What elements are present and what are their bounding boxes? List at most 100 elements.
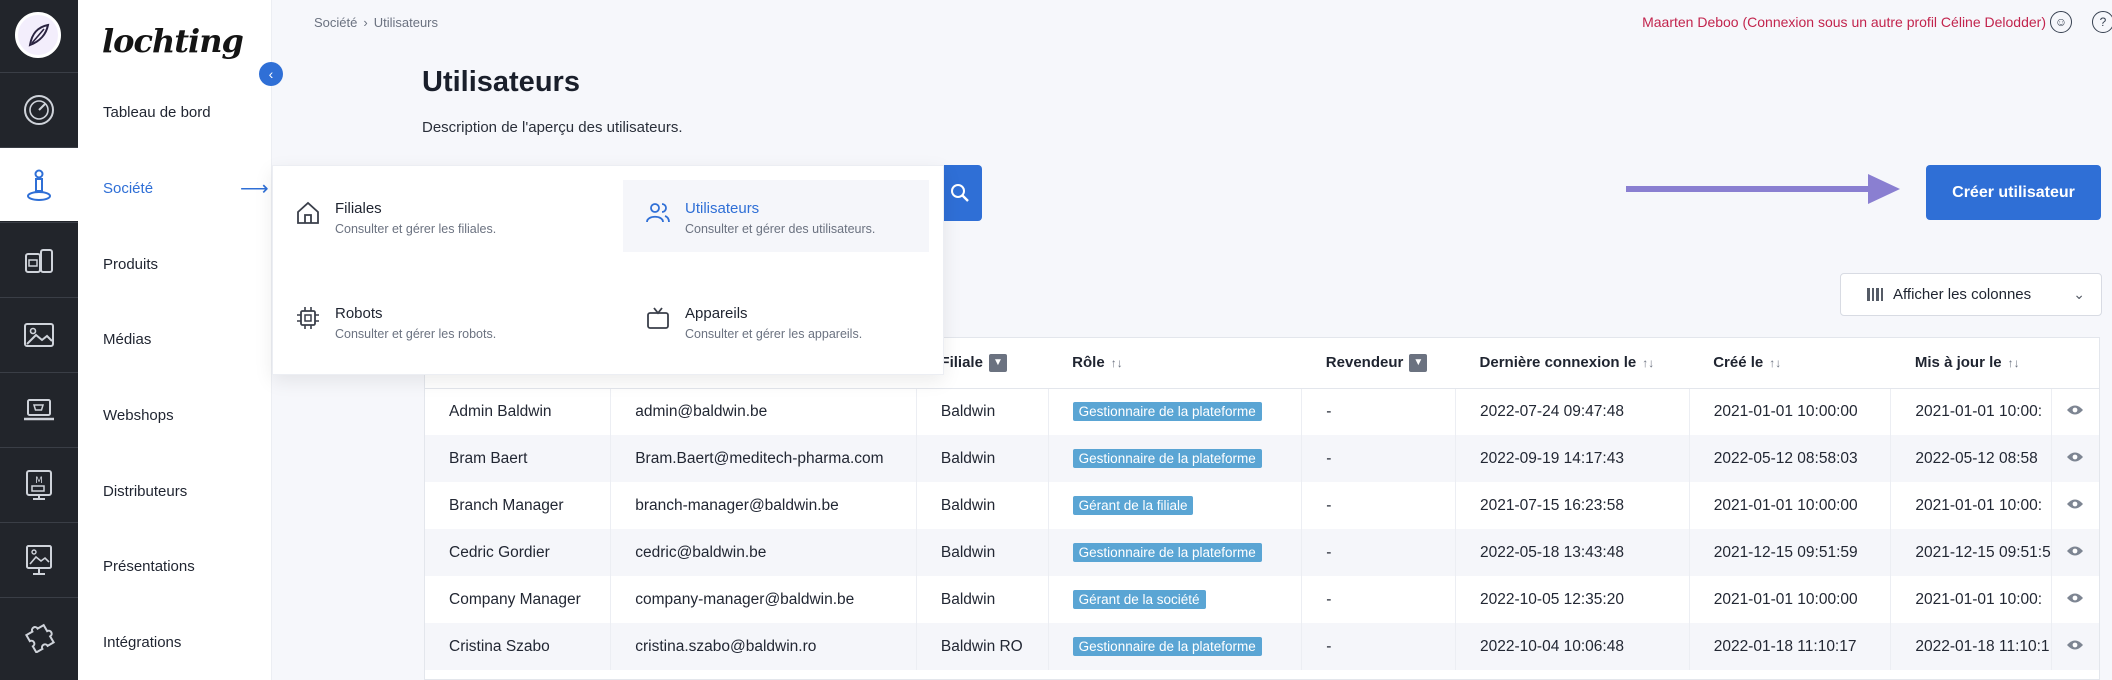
page-description: Description de l'aperçu des utilisateurs… [422,119,683,136]
role-badge: Gérant de la société [1072,590,1206,609]
table-row[interactable]: Branch Manager branch-manager@baldwin.be… [425,482,2099,529]
presentations-easel-icon[interactable] [0,522,78,596]
cell-created: 2022-05-12 08:58:03 [1689,435,1892,482]
cell-role: Gestionnaire de la plateforme [1048,529,1303,576]
cell-updated: 2021-12-15 09:51:5 [1890,529,2052,576]
filter-icon[interactable]: ▼ [1409,353,1428,372]
sort-icon[interactable]: ↑↓ [1769,356,1781,370]
cell-last-login: 2022-10-05 12:35:20 [1455,576,1690,623]
app-logo-icon[interactable] [15,12,61,58]
submenu-item-users[interactable]: Utilisateurs Consulter et gérer des util… [623,180,929,252]
nav-item-integrations[interactable]: Intégrations [103,634,181,651]
cell-branch: Baldwin [916,482,1049,529]
impersonation-info[interactable]: Maarten Deboo (Connexion sous un autre p… [1642,14,2046,30]
submenu-item-robots[interactable]: Robots Consulter et gérer les robots. [273,285,579,357]
breadcrumb-users: Utilisateurs [373,15,439,30]
cell-created: 2021-12-15 09:51:59 [1689,529,1892,576]
nav-item-media[interactable]: Médias [103,331,151,348]
cell-last-login: 2021-07-15 16:23:58 [1455,482,1690,529]
cell-name: Cristina Szabo [425,623,612,670]
cell-created: 2021-01-01 10:00:00 [1689,482,1892,529]
view-eye-icon[interactable] [2051,388,2099,435]
cell-email: company-manager@baldwin.be [610,576,917,623]
cell-updated: 2021-01-01 10:00: [1890,482,2052,529]
submenu-item-devices[interactable]: Appareils Consulter et gérer les apparei… [623,285,929,357]
cell-reseller: - [1301,482,1457,529]
arrow-right-icon: ⟶ [240,178,269,200]
nav-item-presentations[interactable]: Présentations [103,558,195,575]
show-columns-label: Afficher les colonnes [1893,286,2032,303]
products-bottles-icon[interactable] [0,222,78,296]
cell-name: Admin Baldwin [425,388,612,435]
header-updated[interactable]: Mis à jour le ↑↓ [1890,338,2052,389]
icon-rail: M [0,0,78,680]
nav-item-company[interactable]: Société [103,180,153,197]
page-title: Utilisateurs [422,66,580,98]
filter-icon[interactable]: ▼ [988,353,1007,372]
collapse-sidebar-button[interactable]: ‹ [259,62,283,86]
cell-email: Bram.Baert@meditech-pharma.com [610,435,917,482]
dashboard-gauge-icon[interactable] [0,72,78,146]
cell-reseller: - [1301,529,1457,576]
cell-role: Gérant de la société [1048,576,1303,623]
user-profile-icon[interactable]: ☺ [2050,11,2072,33]
webshop-laptop-icon[interactable] [0,372,78,446]
view-eye-icon[interactable] [2051,529,2099,576]
cell-branch: Baldwin [916,435,1049,482]
cell-role: Gestionnaire de la plateforme [1048,623,1303,670]
header-created[interactable]: Créé le ↑↓ [1689,338,1891,389]
submenu-item-branches[interactable]: Filiales Consulter et gérer les filiales… [273,180,579,252]
cell-updated: 2022-01-18 11:10:1 [1890,623,2052,670]
cell-last-login: 2022-07-24 09:47:48 [1455,388,1690,435]
create-user-button[interactable]: Créer utilisateur [1926,165,2101,220]
svg-text:M: M [35,476,43,486]
cell-branch: Baldwin [916,529,1049,576]
view-eye-icon[interactable] [2051,576,2099,623]
cell-reseller: - [1301,576,1457,623]
chevron-right-icon: › [363,15,368,30]
view-eye-icon[interactable] [2051,623,2099,670]
header-role[interactable]: Rôle ↑↓ [1048,338,1302,389]
annotation-arrow-head [1868,174,1900,204]
sort-icon[interactable]: ↑↓ [2008,356,2020,370]
table-row[interactable]: Bram Baert Bram.Baert@meditech-pharma.co… [425,435,2099,482]
media-image-icon[interactable] [0,297,78,371]
company-person-icon[interactable] [0,147,78,221]
cell-reseller: - [1301,388,1457,435]
table-row[interactable]: Company Manager company-manager@baldwin.… [425,576,2099,623]
nav-item-webshops[interactable]: Webshops [103,407,174,424]
table-row[interactable]: Admin Baldwin admin@baldwin.be Baldwin G… [425,388,2099,435]
table-row[interactable]: Cristina Szabo cristina.szabo@baldwin.ro… [425,623,2099,670]
annotation-arrow [1626,186,1876,192]
help-icon[interactable]: ? [2092,11,2112,33]
nav-item-distributors[interactable]: Distributeurs [103,483,187,500]
table-row[interactable]: Cedric Gordier cedric@baldwin.be Baldwin… [425,529,2099,576]
cell-updated: 2021-01-01 10:00: [1890,388,2052,435]
nav-item-dashboard[interactable]: Tableau de bord [103,104,211,121]
cell-email: branch-manager@baldwin.be [610,482,917,529]
show-columns-button[interactable]: Afficher les colonnes ⌄ [1840,273,2102,316]
view-eye-icon[interactable] [2051,435,2099,482]
cell-reseller: - [1301,623,1457,670]
header-last-login[interactable]: Dernière connexion le ↑↓ [1455,338,1690,389]
nav-item-products[interactable]: Produits [103,256,158,273]
search-button[interactable] [938,165,982,221]
cell-name: Branch Manager [425,482,612,529]
integrations-puzzle-icon[interactable] [0,597,78,671]
sort-icon[interactable]: ↑↓ [1111,356,1123,370]
tv-icon [647,307,669,329]
brand-logo: lochting [102,22,244,60]
chevron-down-icon: ⌄ [2073,286,2085,302]
cell-email: admin@baldwin.be [610,388,917,435]
header-reseller[interactable]: Revendeur ▼ [1301,338,1456,389]
sort-icon[interactable]: ↑↓ [1642,356,1654,370]
cell-branch: Baldwin RO [916,623,1049,670]
role-badge: Gestionnaire de la plateforme [1072,402,1262,422]
cell-name: Company Manager [425,576,612,623]
distributors-monitor-icon[interactable]: M [0,447,78,521]
breadcrumb-company[interactable]: Société [314,15,357,30]
cell-last-login: 2022-09-19 14:17:43 [1455,435,1690,482]
role-badge: Gérant de la filiale [1072,496,1194,515]
view-eye-icon[interactable] [2051,482,2099,529]
search-icon [951,184,969,202]
